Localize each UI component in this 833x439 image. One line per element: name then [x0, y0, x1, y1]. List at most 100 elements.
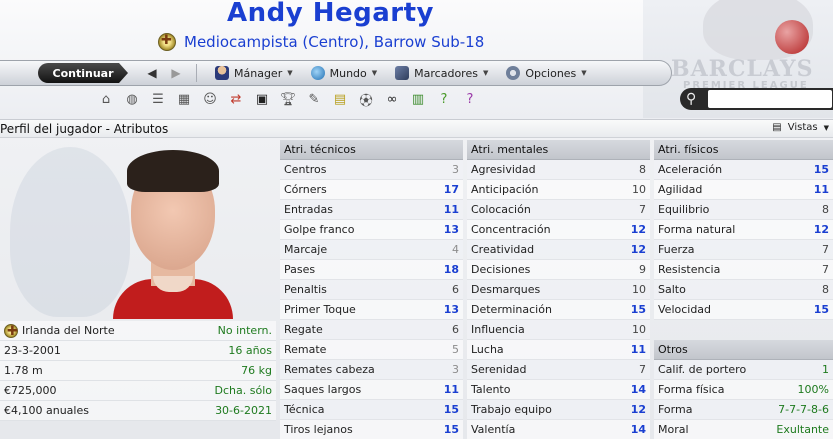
mental-attribute-row: Desmarques 10: [467, 280, 650, 300]
other-header: Otros: [654, 340, 833, 360]
attribute-name: Forma física: [658, 383, 725, 396]
attribute-value: 15: [813, 303, 829, 316]
attribute-value: 8: [822, 283, 829, 296]
menu-manager-label: Mánager: [234, 66, 283, 80]
attribute-value: 10: [632, 183, 646, 196]
manager-icon: [215, 66, 229, 80]
attribute-name: Centros: [284, 163, 327, 176]
mental-attributes: Atri. mentales Agresividad 8 Anticipación 1…: [467, 140, 650, 439]
attribute-value: 8: [822, 203, 829, 216]
physical-attribute-row: Fuerza 7: [654, 240, 833, 260]
physical-attribute-row: Agilidad 11: [654, 180, 833, 200]
attribute-name: Remate: [284, 343, 327, 356]
info-physique: 1.78 m 76 kg: [0, 361, 276, 381]
menu-manager[interactable]: Mánager ▼: [215, 66, 293, 80]
gear-icon: [506, 66, 521, 80]
nationality: Irlanda del Norte: [22, 324, 115, 337]
football-icon: [775, 20, 809, 54]
match-icon[interactable]: ⚽︎: [356, 90, 376, 109]
search-icon[interactable]: ⚲: [686, 91, 704, 107]
menu-world-label: Mundo: [329, 66, 367, 80]
attribute-name: Decisiones: [471, 263, 531, 276]
search-input[interactable]: [708, 90, 832, 108]
attribute-value: 18: [443, 263, 459, 276]
technical-attributes: Atri. técnicos Centros 3 Córners 17 Entradas…: [280, 140, 463, 439]
other-attribute-row: Calif. de portero 1: [654, 360, 833, 380]
physical-attribute-row: Resistencia 7: [654, 260, 833, 280]
technical-header: Atri. técnicos: [280, 140, 463, 160]
back-arrow-icon[interactable]: ◀: [142, 66, 162, 80]
attribute-value: 12: [630, 403, 646, 416]
views-dropdown[interactable]: ▤ Vistas ▼: [772, 122, 829, 133]
forward-arrow-icon[interactable]: ▶: [166, 66, 186, 80]
mental-attribute-row: Creatividad 12: [467, 240, 650, 260]
attribute-value: 15: [443, 423, 459, 436]
menu-world[interactable]: Mundo ▼: [310, 66, 377, 80]
technical-attribute-row: Tiros lejanos 15: [280, 420, 463, 439]
attribute-value: 10: [632, 323, 646, 336]
trophy-icon[interactable]: 🏆︎: [278, 90, 298, 108]
tactics-icon[interactable]: ▣: [252, 90, 272, 108]
attribute-name: Lucha: [471, 343, 504, 356]
attribute-value: 14: [630, 383, 646, 396]
help-icon[interactable]: ?: [434, 90, 454, 108]
notes-icon[interactable]: ▤: [330, 90, 350, 108]
physical-attributes: Atri. físicos Aceleración 15 Agilidad 11 Equ…: [654, 140, 833, 439]
attribute-value: 3: [452, 163, 459, 176]
attribute-value: 6: [452, 283, 459, 296]
menu-bookmarks[interactable]: Marcadores ▼: [395, 66, 488, 80]
info-birthdate: 23-3-2001 16 años: [0, 341, 276, 361]
height: 1.78 m: [4, 364, 43, 377]
mental-attribute-row: Talento 14: [467, 380, 650, 400]
attribute-value: 11: [443, 203, 459, 216]
attribute-value: 13: [443, 303, 459, 316]
finance-icon[interactable]: ▥: [408, 90, 428, 108]
mental-attribute-row: Trabajo equipo 12: [467, 400, 650, 420]
player-role-text: Mediocampista (Centro), Barrow Sub-18: [184, 33, 485, 51]
attribute-name: Determinación: [471, 303, 552, 316]
chevron-down-icon: ▼: [823, 123, 829, 132]
home-icon[interactable]: ⌂: [96, 90, 116, 108]
views-label: Vistas: [787, 122, 818, 133]
transfer-icon[interactable]: ⇄: [226, 90, 246, 108]
attribute-name: Marcaje: [284, 243, 328, 256]
question-icon[interactable]: ?: [460, 90, 480, 108]
attribute-name: Forma natural: [658, 223, 736, 236]
binoculars-icon[interactable]: ∞: [382, 90, 402, 108]
physical-header: Atri. físicos: [654, 140, 833, 160]
northern-ireland-flag-icon: [158, 33, 176, 51]
other-attribute-row: Moral Exultante: [654, 420, 833, 439]
list-icon[interactable]: ☰: [148, 90, 168, 108]
continue-button[interactable]: Continuar: [38, 63, 128, 83]
users-icon[interactable]: ☺: [200, 90, 220, 108]
attribute-value: 13: [443, 223, 459, 236]
menu-bookmarks-label: Marcadores: [414, 66, 478, 80]
attribute-name: Primer Toque: [284, 303, 356, 316]
physical-attribute-row: Salto 8: [654, 280, 833, 300]
birth-date: 23-3-2001: [4, 344, 61, 357]
northern-ireland-flag-icon: [4, 323, 18, 339]
mental-attribute-row: Agresividad 8: [467, 160, 650, 180]
mental-attribute-row: Influencia 10: [467, 320, 650, 340]
globe-icon: [310, 66, 325, 80]
chevron-down-icon: ▼: [287, 69, 293, 77]
technical-attribute-row: Golpe franco 13: [280, 220, 463, 240]
player-photo: [113, 144, 233, 319]
chevron-down-icon: ▼: [581, 69, 587, 77]
technical-attribute-row: Marcaje 4: [280, 240, 463, 260]
calendar-icon[interactable]: ▦: [174, 90, 194, 108]
ball-icon[interactable]: ◍: [122, 90, 142, 108]
technical-attribute-row: Saques largos 11: [280, 380, 463, 400]
technical-attribute-row: Remate 5: [280, 340, 463, 360]
attribute-value: 7-7-7-8-6: [778, 403, 829, 416]
scout-icon[interactable]: ✎: [304, 90, 324, 108]
attribute-name: Regate: [284, 323, 323, 336]
menu-options[interactable]: Opciones ▼: [506, 66, 587, 80]
attribute-name: Fuerza: [658, 243, 695, 256]
player-name: Andy Hegarty: [227, 0, 434, 28]
weight: 76 kg: [241, 364, 272, 377]
attribute-value: 11: [630, 343, 646, 356]
attribute-name: Calif. de portero: [658, 363, 747, 376]
attribute-name: Desmarques: [471, 283, 541, 296]
attribute-value: 7: [822, 243, 829, 256]
